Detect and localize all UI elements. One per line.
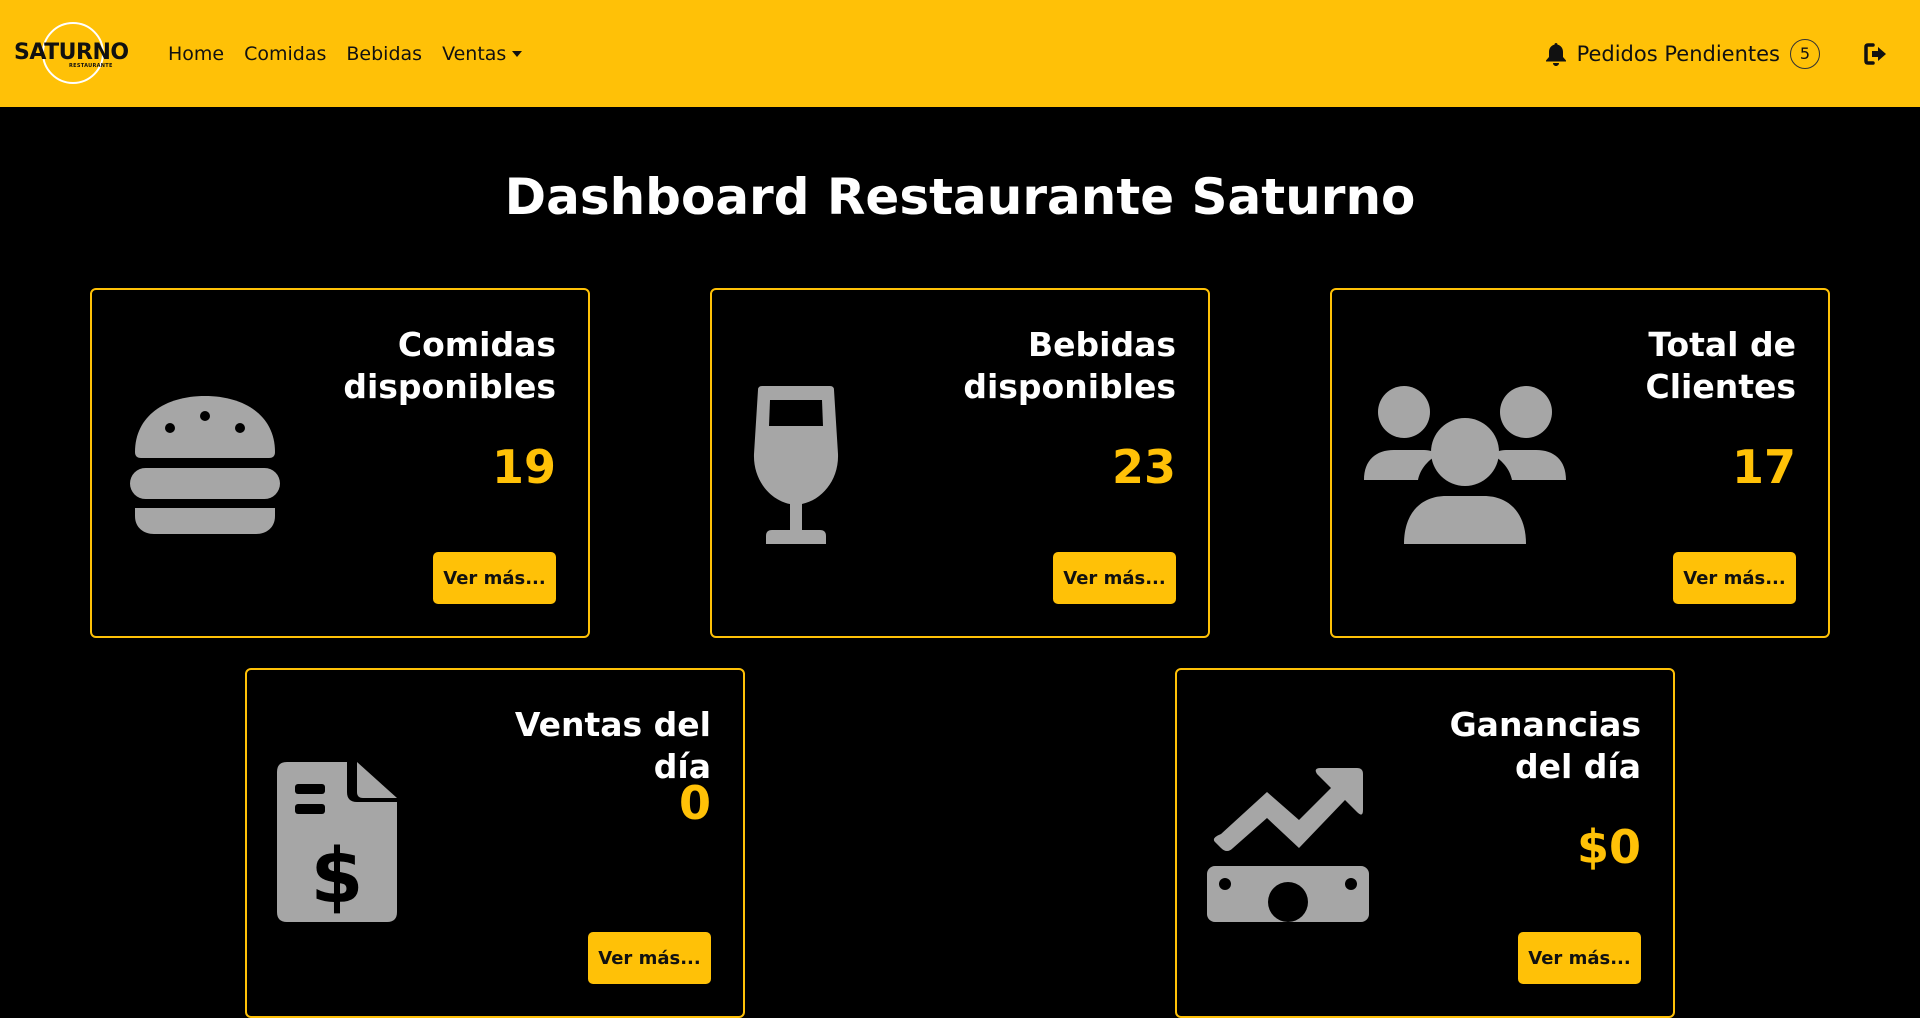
- pending-orders-label: Pedidos Pendientes: [1576, 41, 1780, 66]
- brand-subtitle: RESTAURANTE: [69, 62, 113, 69]
- card-ganancias-button[interactable]: Ver más...: [1518, 932, 1641, 984]
- svg-text:$: $: [311, 831, 364, 920]
- caret-down-icon: [512, 51, 523, 57]
- nav-ventas-label: Ventas: [442, 42, 507, 65]
- pending-orders-link[interactable]: Pedidos Pendientes 5: [1545, 38, 1820, 69]
- users-icon: [1364, 386, 1566, 544]
- card-ventas: $ Ventas del día 0 Ver más...: [245, 668, 745, 1018]
- logout-button[interactable]: [1864, 42, 1890, 65]
- page-title: Dashboard Restaurante Saturno: [504, 168, 1416, 226]
- navbar: SATURNO RESTAURANTE Home Comidas Bebidas…: [0, 0, 1920, 107]
- card-comidas: Comidas disponibles 19 Ver más...: [90, 288, 590, 638]
- card-bebidas: Bebidas disponibles 23 Ver más...: [710, 288, 1210, 638]
- card-clientes: Total de Clientes 17 Ver más...: [1330, 288, 1830, 638]
- wine-glass-icon: [753, 386, 839, 544]
- card-bebidas-button[interactable]: Ver más...: [1053, 552, 1176, 604]
- card-clientes-button[interactable]: Ver más...: [1673, 552, 1796, 604]
- card-bebidas-label: Bebidas disponibles: [963, 325, 1176, 406]
- invoice-dollar-icon: $: [277, 762, 397, 922]
- pending-count-badge: 5: [1790, 38, 1820, 69]
- brand-name: SATURNO: [14, 40, 129, 65]
- card-ganancias-value: $0: [1576, 820, 1641, 874]
- card-clientes-label: Total de Clientes: [1645, 325, 1796, 406]
- nav-home[interactable]: Home: [168, 43, 224, 65]
- card-ventas-label: Ventas del día: [514, 705, 711, 786]
- money-trend-icon: [1207, 768, 1369, 922]
- nav-comidas[interactable]: Comidas: [244, 43, 326, 65]
- card-ganancias: Ganancias del día $0 Ver más...: [1175, 668, 1675, 1018]
- card-ventas-button[interactable]: Ver más...: [588, 932, 711, 984]
- nav-ventas-dropdown[interactable]: Ventas: [442, 42, 523, 65]
- nav-right: Pedidos Pendientes 5: [1545, 0, 1890, 107]
- card-comidas-label: Comidas disponibles: [343, 325, 556, 406]
- nav-bebidas[interactable]: Bebidas: [346, 43, 422, 65]
- nav-links: Home Comidas Bebidas Ventas: [168, 43, 542, 65]
- logout-icon: [1864, 42, 1886, 65]
- card-clientes-value: 17: [1731, 440, 1796, 494]
- bell-icon: [1545, 42, 1566, 66]
- card-ganancias-label: Ganancias del día: [1449, 705, 1641, 786]
- card-comidas-button[interactable]: Ver más...: [433, 552, 556, 604]
- card-comidas-value: 19: [491, 440, 556, 494]
- card-ventas-value: 0: [678, 776, 711, 830]
- brand-logo[interactable]: SATURNO RESTAURANTE: [14, 18, 144, 90]
- hamburger-icon: [130, 396, 280, 534]
- card-bebidas-value: 23: [1111, 440, 1176, 494]
